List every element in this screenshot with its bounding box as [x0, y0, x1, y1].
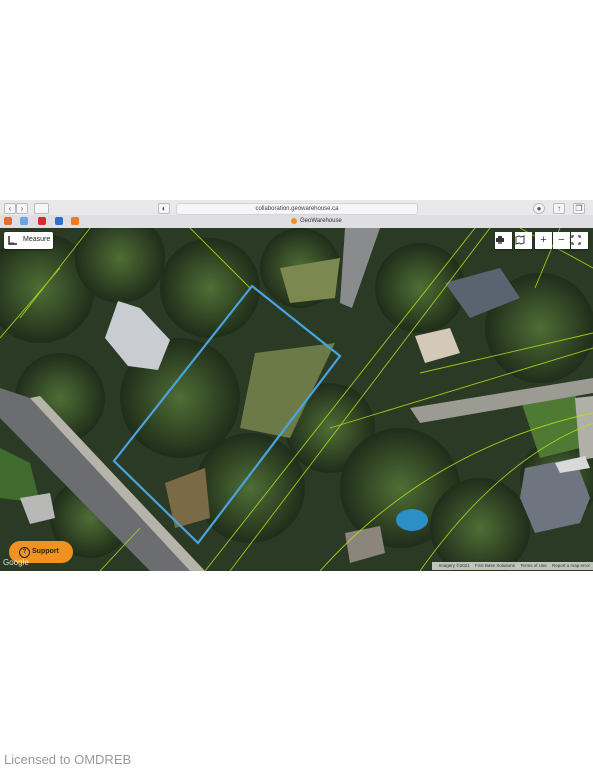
fullscreen-button[interactable] [571, 232, 588, 249]
tab-bar: GeoWarehouse [0, 215, 593, 228]
privacy-icon[interactable]: ◐ [158, 203, 170, 214]
satellite-imagery [0, 228, 593, 571]
license-watermark: Licensed to OMDREB [4, 752, 132, 767]
google-watermark: Google [3, 558, 29, 567]
sidebar-icon[interactable] [34, 203, 49, 214]
terms-link[interactable]: Terms of Use [520, 563, 547, 568]
map-layers-button[interactable] [515, 232, 532, 249]
favorite-icon[interactable] [55, 217, 63, 225]
browser-chrome: ‹ › ◐ collaboration.geowarehouse.ca ● ↑ … [0, 200, 593, 229]
imagery-credit: Imagery ©2021 [438, 563, 470, 568]
favorite-icon[interactable] [4, 217, 12, 225]
support-label: Support [32, 548, 59, 555]
provider-credit: First Base Solutions [474, 563, 515, 568]
geowarehouse-favicon [291, 218, 297, 224]
url-text: collaboration.geowarehouse.ca [255, 206, 339, 212]
map-layers-icon [515, 235, 525, 245]
address-bar[interactable]: collaboration.geowarehouse.ca [176, 203, 418, 215]
tabs-icon[interactable]: ❐ [573, 203, 585, 214]
download-icon[interactable]: ● [533, 203, 545, 214]
back-button[interactable]: ‹ [4, 203, 16, 214]
favorite-icon[interactable] [71, 217, 79, 225]
print-button[interactable] [495, 232, 512, 249]
question-icon: ? [19, 547, 30, 558]
share-icon[interactable]: ↑ [553, 203, 565, 214]
tab-title[interactable]: GeoWarehouse [300, 217, 342, 226]
screenshot: ‹ › ◐ collaboration.geowarehouse.ca ● ↑ … [0, 200, 593, 571]
report-error-link[interactable]: Report a map error [552, 563, 590, 568]
map-attribution: Imagery ©2021 First Base Solutions Terms… [431, 562, 593, 570]
print-icon [496, 236, 504, 244]
youtube-icon[interactable] [38, 217, 46, 225]
zoom-out-button[interactable]: − [553, 232, 570, 249]
measure-button[interactable]: Measure [4, 232, 53, 249]
favorite-icon[interactable] [20, 217, 28, 225]
forward-button[interactable]: › [16, 203, 28, 214]
map-view[interactable]: Measure + − ? Support Google Imagery ©20… [0, 228, 593, 571]
fullscreen-icon [571, 235, 581, 245]
zoom-in-button[interactable]: + [535, 232, 552, 249]
measure-label: Measure [23, 236, 51, 243]
browser-toolbar: ‹ › ◐ collaboration.geowarehouse.ca ● ↑ … [0, 200, 593, 215]
ruler-icon [8, 236, 17, 245]
